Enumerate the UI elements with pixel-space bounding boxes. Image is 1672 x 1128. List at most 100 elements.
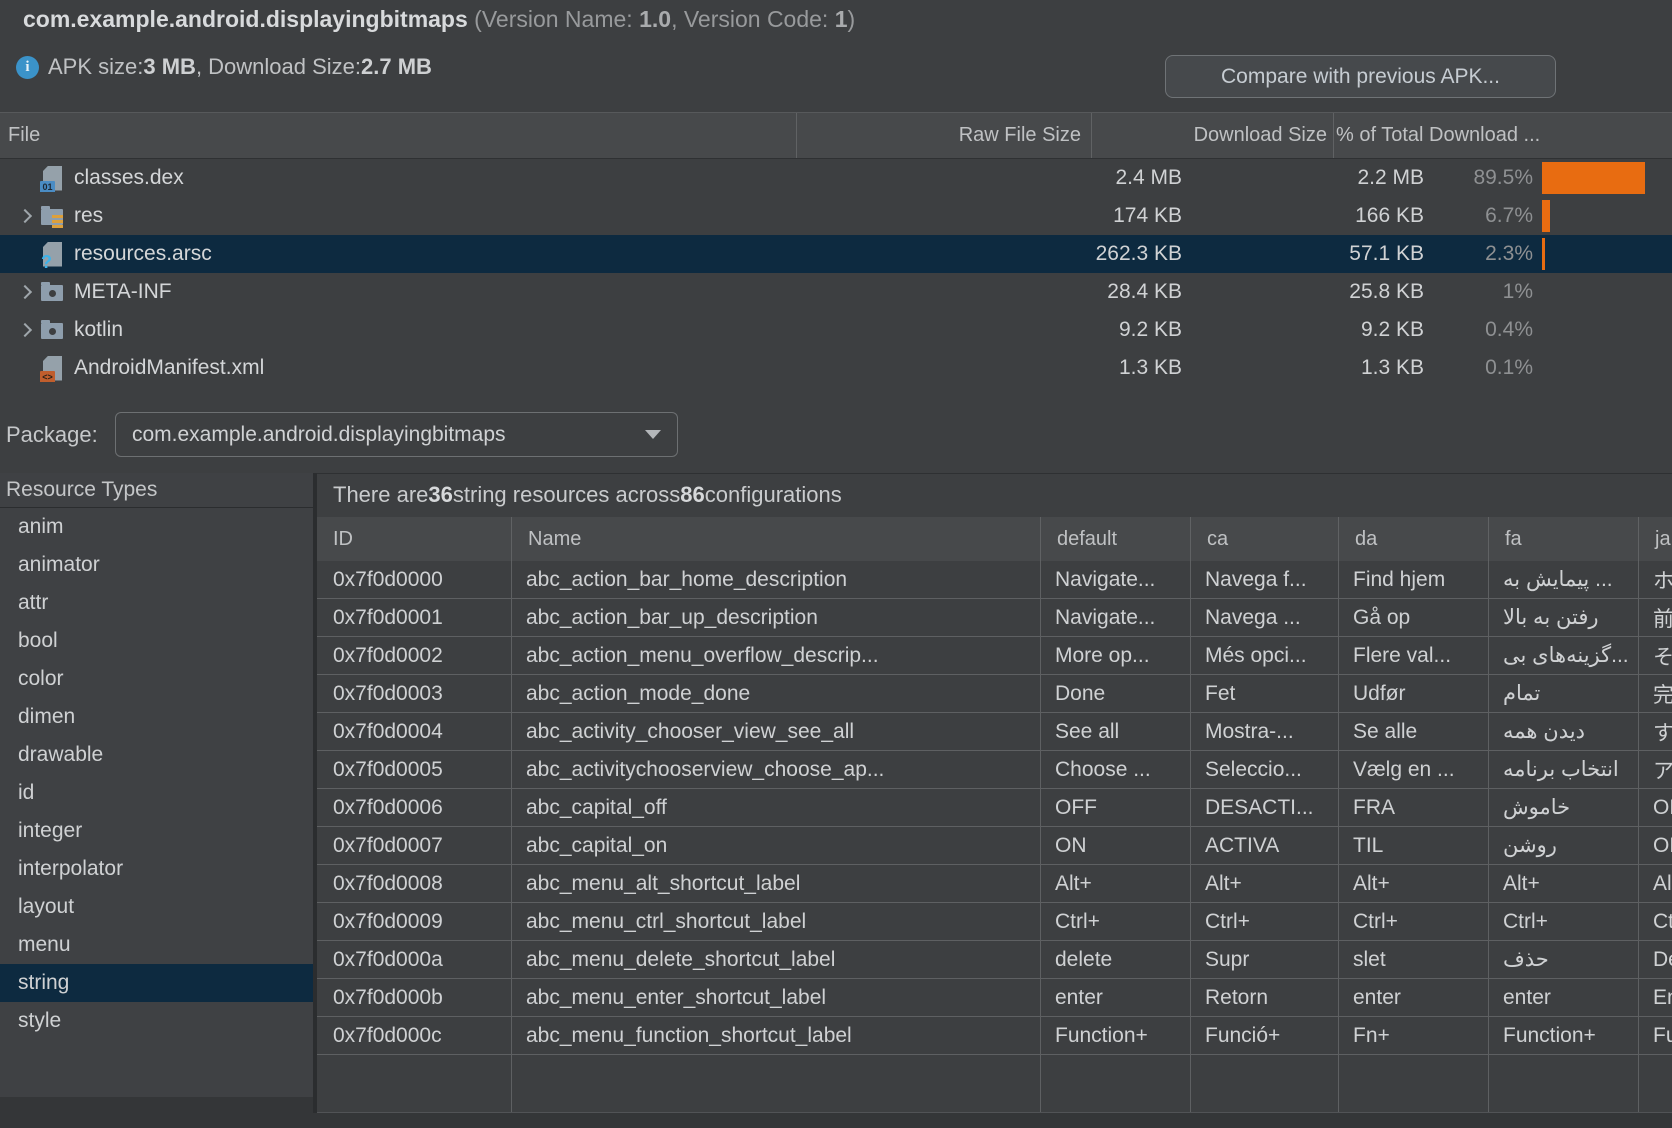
apk-title: com.example.android.displayingbitmaps (V… xyxy=(23,6,856,32)
string-value-cell: Se alle xyxy=(1339,713,1489,751)
string-column-fa[interactable]: fa xyxy=(1489,517,1639,561)
file-row[interactable]: ? resources.arsc 262.3 KB 57.1 KB 2.3% xyxy=(0,235,1672,273)
string-value-cell: slet xyxy=(1339,941,1489,979)
string-value-cell: abc_menu_alt_shortcut_label xyxy=(512,865,1041,903)
table-row[interactable]: 0x7f0d0003 abc_action_mode_done Done Fet Udf… xyxy=(317,675,1672,713)
table-row[interactable]: 0x7f0d0004 abc_activity_chooser_view_see_… xyxy=(317,713,1672,751)
folder-icon xyxy=(40,317,66,344)
file-row[interactable]: <> AndroidManifest.xml 1.3 KB 1.3 KB 0.1% xyxy=(0,349,1672,387)
table-row[interactable]: 0x7f0d000a abc_menu_delete_shortcut_label… xyxy=(317,941,1672,979)
resource-type-item-color[interactable]: color xyxy=(0,660,313,698)
table-row[interactable]: 0x7f0d0007 abc_capital_on ON ACTIVA TIL روشن O… xyxy=(317,827,1672,865)
resource-type-item-anim[interactable]: anim xyxy=(0,508,313,546)
file-row[interactable]: kotlin 9.2 KB 9.2 KB 0.4% xyxy=(0,311,1672,349)
string-column-ID[interactable]: ID xyxy=(317,517,512,561)
resource-type-item-drawable[interactable]: drawable xyxy=(0,736,313,774)
string-value-cell: abc_menu_delete_shortcut_label xyxy=(512,941,1041,979)
resource-type-item-dimen[interactable]: dimen xyxy=(0,698,313,736)
table-row[interactable]: 0x7f0d0000 abc_action_bar_home_descriptio… xyxy=(317,561,1672,599)
apk-size-line: i APK size: 3 MB, Download Size: 2.7 MB xyxy=(16,53,432,81)
column-download-size[interactable]: Download Size xyxy=(1092,113,1334,158)
string-column-ja[interactable]: ja xyxy=(1639,517,1672,561)
string-value-cell: Find hjem xyxy=(1339,561,1489,599)
download-size-value: 9.2 KB xyxy=(1360,318,1424,341)
table-row[interactable]: 0x7f0d000c abc_menu_function_shortcut_lab… xyxy=(317,1017,1672,1055)
expand-chevron-icon[interactable] xyxy=(14,325,38,335)
column-file[interactable]: File xyxy=(0,113,797,158)
percent-value: 1% xyxy=(1502,280,1533,303)
table-row[interactable]: 0x7f0d0005 abc_activitychooserview_choose… xyxy=(317,751,1672,789)
string-column-ca[interactable]: ca xyxy=(1191,517,1339,561)
table-row[interactable]: 0x7f0d0009 abc_menu_ctrl_shortcut_label Ct… xyxy=(317,903,1672,941)
string-column-default[interactable]: default xyxy=(1041,517,1191,561)
table-row[interactable]: 0x7f0d000b abc_menu_enter_shortcut_label e… xyxy=(317,979,1672,1017)
package-dropdown[interactable]: com.example.android.displayingbitmaps xyxy=(115,412,678,457)
string-column-Name[interactable]: Name xyxy=(512,517,1041,561)
arsc-question-badge: ? xyxy=(41,251,52,268)
string-value-cell: Alt+ xyxy=(1191,865,1339,903)
resource-type-item-interpolator[interactable]: interpolator xyxy=(0,850,313,888)
string-id-cell: 0x7f0d0003 xyxy=(317,675,512,713)
expand-chevron-icon[interactable] xyxy=(14,287,38,297)
string-value-cell: 完 xyxy=(1639,675,1672,713)
resource-type-item-attr[interactable]: attr xyxy=(0,584,313,622)
package-label: Package: xyxy=(6,422,98,447)
file-row[interactable]: META-INF 28.4 KB 25.8 KB 1% xyxy=(0,273,1672,311)
resource-type-item-string[interactable]: string xyxy=(0,964,313,1002)
resource-type-item-animator[interactable]: animator xyxy=(0,546,313,584)
column-raw-file-size[interactable]: Raw File Size xyxy=(797,113,1092,158)
string-value-cell: enter xyxy=(1041,979,1191,1017)
string-value-cell: ON xyxy=(1639,827,1672,865)
string-value-cell: OFF xyxy=(1041,789,1191,827)
string-value-cell: abc_capital_off xyxy=(512,789,1041,827)
string-value-cell: Navigate... xyxy=(1041,599,1191,637)
string-value-cell: Ctrl+ xyxy=(1191,903,1339,941)
percent-value: 0.4% xyxy=(1485,318,1533,341)
string-value-cell: Function+ xyxy=(1041,1017,1191,1055)
resource-type-item-bool[interactable]: bool xyxy=(0,622,313,660)
string-value-cell: Ctrl+ xyxy=(1489,903,1639,941)
bottom-strip xyxy=(0,1113,1672,1128)
string-value-cell: En xyxy=(1639,979,1672,1017)
expand-chevron-icon[interactable] xyxy=(14,211,38,221)
config-count: 86 xyxy=(680,482,705,507)
resource-type-item-layout[interactable]: layout xyxy=(0,888,313,926)
string-value-cell: پیمایش به ... xyxy=(1489,561,1639,599)
resource-type-item-id[interactable]: id xyxy=(0,774,313,812)
file-rows: 01 classes.dex 2.4 MB 2.2 MB 89.5% res 174 KB 1… xyxy=(0,159,1672,387)
resource-type-item-style[interactable]: style xyxy=(0,1002,313,1040)
string-count: 36 xyxy=(428,482,453,507)
string-value-cell: ON xyxy=(1041,827,1191,865)
resource-type-item-menu[interactable]: menu xyxy=(0,926,313,964)
percent-bar xyxy=(1542,162,1645,194)
resource-type-item-integer[interactable]: integer xyxy=(0,812,313,850)
compare-apk-button[interactable]: Compare with previous APK... xyxy=(1165,55,1556,98)
string-summary: There are 36 string resources across 86 … xyxy=(333,482,842,507)
string-value-cell: انتخاب برنامه xyxy=(1489,751,1639,789)
string-id-cell: 0x7f0d0007 xyxy=(317,827,512,865)
file-row[interactable]: res 174 KB 166 KB 6.7% xyxy=(0,197,1672,235)
table-row[interactable]: 0x7f0d0001 abc_action_bar_up_description N… xyxy=(317,599,1672,637)
raw-size-value: 1.3 KB xyxy=(1118,356,1182,379)
string-value-cell: Ct xyxy=(1639,903,1672,941)
string-value-cell: گزینه‌های بی... xyxy=(1489,637,1639,675)
string-value-cell: OF xyxy=(1639,789,1672,827)
string-id-cell: 0x7f0d0004 xyxy=(317,713,512,751)
resource-types-panel: Resource Types anim animator attr bool color… xyxy=(0,473,313,1097)
file-row[interactable]: 01 classes.dex 2.4 MB 2.2 MB 89.5% xyxy=(0,159,1672,197)
table-row[interactable]: 0x7f0d0008 abc_menu_alt_shortcut_label Alt… xyxy=(317,865,1672,903)
download-size-value: 1.3 KB xyxy=(1360,356,1424,379)
table-row[interactable]: 0x7f0d0002 abc_action_menu_overflow_descr… xyxy=(317,637,1672,675)
string-value-cell: enter xyxy=(1339,979,1489,1017)
percent-value: 6.7% xyxy=(1485,204,1533,227)
column-percent-of-total[interactable]: % of Total Download ... xyxy=(1334,113,1672,158)
table-row[interactable]: 0x7f0d0006 abc_capital_off OFF DESACTI... FR… xyxy=(317,789,1672,827)
string-value-cell: ホ xyxy=(1639,561,1672,599)
string-column-da[interactable]: da xyxy=(1339,517,1489,561)
string-value-cell: دیدن همه xyxy=(1489,713,1639,751)
apk-header: com.example.android.displayingbitmaps (V… xyxy=(0,0,1672,112)
string-value-cell: そ xyxy=(1639,637,1672,675)
string-resources-panel: There are 36 string resources across 86 … xyxy=(317,473,1672,1113)
arsc-file-icon: ? xyxy=(40,241,66,268)
string-table: ID Name default ca da fa ja 0x7f0d0000 abc_acti… xyxy=(317,517,1672,1113)
